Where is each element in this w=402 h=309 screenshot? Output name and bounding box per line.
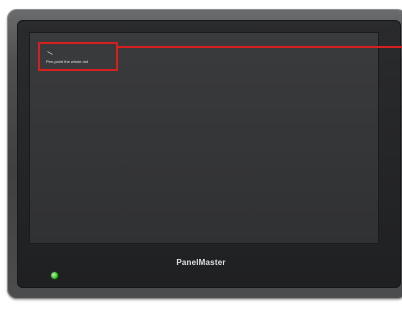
brand-label: PanelMaster — [176, 258, 226, 267]
callout-leader-line — [118, 46, 402, 48]
hmi-panel-figure: Pen-point the whole dot PanelMaster — [0, 0, 402, 309]
power-led-icon — [51, 272, 58, 279]
callout-highlight-box — [38, 42, 118, 71]
